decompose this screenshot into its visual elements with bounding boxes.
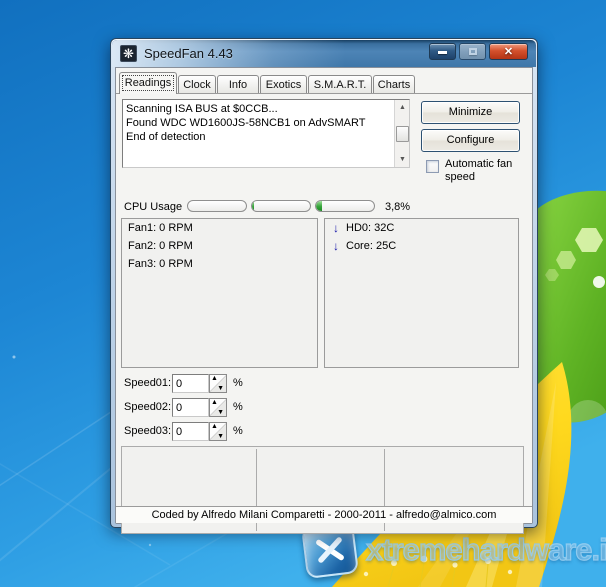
speed02-spinner[interactable]: ▲ ▼ bbox=[209, 398, 227, 417]
speed01-input[interactable] bbox=[172, 374, 209, 393]
scroll-down-icon[interactable]: ▼ bbox=[395, 152, 410, 167]
minimize-button[interactable]: Minimize bbox=[421, 101, 520, 124]
automatic-fan-speed-option[interactable]: Automatic fan speed bbox=[426, 158, 538, 184]
speed01-label: Speed01: bbox=[124, 377, 171, 389]
status-bar: Coded by Alfredo Milani Comparetti - 200… bbox=[116, 506, 532, 523]
tab-label: Info bbox=[229, 79, 247, 91]
spin-up-icon[interactable]: ▲ bbox=[211, 375, 218, 382]
tab-label: Readings bbox=[125, 77, 171, 89]
close-icon: ✕ bbox=[490, 44, 527, 59]
fan-reading: Fan3: 0 RPM bbox=[122, 255, 317, 273]
tab-label: Clock bbox=[183, 79, 211, 91]
tab-label: Exotics bbox=[266, 79, 301, 91]
temp-down-arrow-icon: ↓ bbox=[333, 240, 339, 253]
cpu-usage-value: 3,8% bbox=[385, 201, 410, 213]
minimize-icon bbox=[438, 51, 447, 54]
speed01-unit: % bbox=[233, 377, 243, 389]
window-close-button[interactable]: ✕ bbox=[489, 43, 528, 60]
log-line: Found WDC WD1600JS-58NCB1 on AdvSMART bbox=[126, 116, 391, 130]
automatic-fan-speed-label: Automatic fan speed bbox=[445, 158, 538, 184]
log-lines: Scanning ISA BUS at $0CCB... Found WDC W… bbox=[126, 102, 391, 144]
speed02-unit: % bbox=[233, 401, 243, 413]
speed03-input[interactable] bbox=[172, 422, 209, 441]
cpu-usage-bar-3 bbox=[315, 200, 375, 212]
speedfan-window: ❋ SpeedFan 4.43 ✕ Readings Clock Info Ex… bbox=[110, 38, 538, 528]
speed01-spinner[interactable]: ▲ ▼ bbox=[209, 374, 227, 393]
fan-reading: Fan2: 0 RPM bbox=[122, 237, 317, 255]
tab-label: S.M.A.R.T. bbox=[314, 79, 367, 91]
spin-up-icon[interactable]: ▲ bbox=[211, 423, 218, 430]
configure-button[interactable]: Configure bbox=[421, 129, 520, 152]
speed02-input[interactable] bbox=[172, 398, 209, 417]
speed03-unit: % bbox=[233, 425, 243, 437]
temperature-reading: ↓ HD0: 32C bbox=[325, 219, 518, 237]
cpu-usage-fill bbox=[252, 201, 254, 211]
log-line: End of detection bbox=[126, 130, 391, 144]
tab-info[interactable]: Info bbox=[217, 75, 259, 94]
temperature-label: Core: 25C bbox=[346, 240, 396, 253]
window-maximize-button[interactable] bbox=[459, 43, 486, 60]
spin-down-icon[interactable]: ▼ bbox=[217, 433, 224, 440]
speed02-label: Speed02: bbox=[124, 401, 171, 413]
window-title: SpeedFan 4.43 bbox=[144, 46, 233, 61]
tab-bar: Readings Clock Info Exotics S.M.A.R.T. C… bbox=[119, 72, 416, 94]
watermark-text: xtremehardware.it bbox=[366, 532, 606, 568]
tab-label: Charts bbox=[378, 79, 410, 91]
fan-readings-panel: Fan1: 0 RPM Fan2: 0 RPM Fan3: 0 RPM bbox=[121, 218, 318, 368]
speed03-label: Speed03: bbox=[124, 425, 171, 437]
cpu-usage-label: CPU Usage bbox=[124, 201, 182, 213]
tab-smart[interactable]: S.M.A.R.T. bbox=[308, 75, 372, 94]
spin-down-icon[interactable]: ▼ bbox=[217, 385, 224, 392]
temp-down-arrow-icon: ↓ bbox=[333, 222, 339, 235]
tab-clock[interactable]: Clock bbox=[178, 75, 216, 94]
spin-up-icon[interactable]: ▲ bbox=[211, 399, 218, 406]
detection-log[interactable]: Scanning ISA BUS at $0CCB... Found WDC W… bbox=[122, 99, 410, 168]
automatic-fan-speed-checkbox[interactable] bbox=[426, 160, 439, 173]
scrollbar-thumb[interactable] bbox=[396, 126, 409, 142]
window-minimize-button[interactable] bbox=[429, 43, 456, 60]
cpu-usage-bar-1 bbox=[187, 200, 247, 212]
spin-down-icon[interactable]: ▼ bbox=[217, 409, 224, 416]
log-scrollbar[interactable]: ▲ ▼ bbox=[394, 100, 409, 167]
client-area: Readings Clock Info Exotics S.M.A.R.T. C… bbox=[115, 67, 533, 524]
speed03-spinner[interactable]: ▲ ▼ bbox=[209, 422, 227, 441]
cpu-usage-row: CPU Usage 3,8% bbox=[116, 200, 544, 214]
log-line: Scanning ISA BUS at $0CCB... bbox=[126, 102, 391, 116]
speedfan-app-icon: ❋ bbox=[120, 45, 137, 62]
cpu-usage-fill bbox=[316, 201, 322, 211]
maximize-icon bbox=[469, 48, 477, 55]
cpu-usage-bar-2 bbox=[251, 200, 311, 212]
scroll-up-icon[interactable]: ▲ bbox=[395, 100, 410, 115]
tab-charts[interactable]: Charts bbox=[373, 75, 415, 94]
temperature-reading: ↓ Core: 25C bbox=[325, 237, 518, 255]
temperature-panel: ↓ HD0: 32C ↓ Core: 25C bbox=[324, 218, 519, 368]
fan-reading: Fan1: 0 RPM bbox=[122, 219, 317, 237]
tab-readings[interactable]: Readings bbox=[119, 72, 177, 94]
tab-exotics[interactable]: Exotics bbox=[260, 75, 307, 94]
temperature-label: HD0: 32C bbox=[346, 222, 394, 235]
tab-divider bbox=[116, 93, 532, 94]
